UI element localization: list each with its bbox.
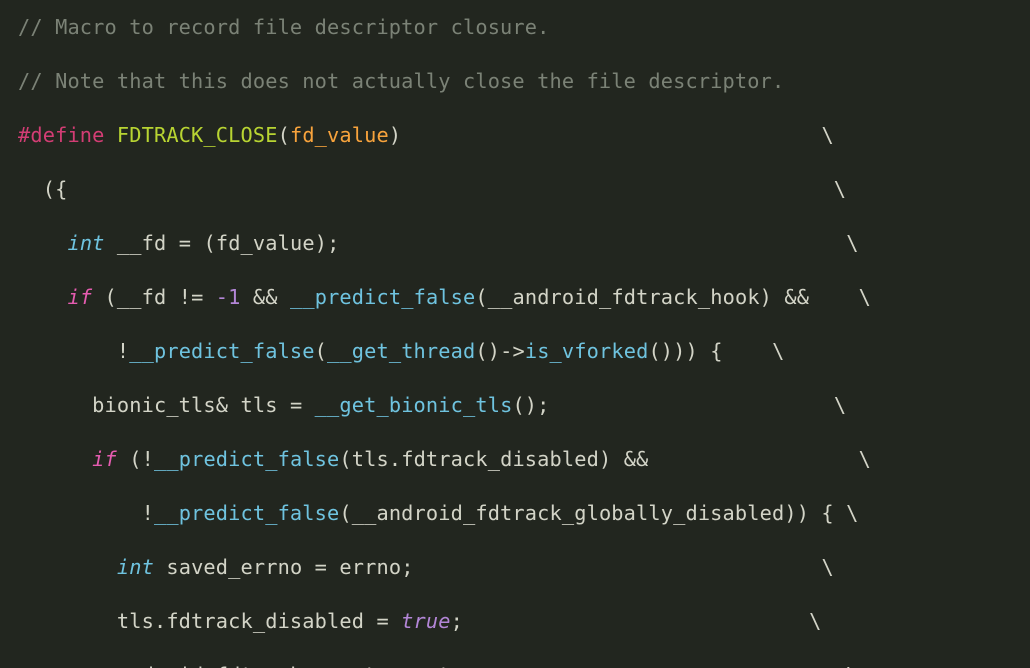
paren: ( xyxy=(278,123,290,147)
indent xyxy=(18,447,92,471)
paren: ( xyxy=(315,339,327,363)
preproc-define: #define xyxy=(18,123,117,147)
expr: && xyxy=(241,285,290,309)
code-line: android_fdtrack_event event; \ xyxy=(18,662,1012,668)
expr: saved_errno = errno; xyxy=(154,555,414,579)
param: fd_value xyxy=(290,123,389,147)
line-continuation: \ xyxy=(834,393,846,417)
variable: __fd xyxy=(105,231,179,255)
pad xyxy=(401,123,821,147)
code-line: // Note that this does not actually clos… xyxy=(18,68,1012,95)
expr: () xyxy=(475,339,500,363)
func: __predict_false xyxy=(290,285,475,309)
code-line: !__predict_false(__get_thread()->is_vfor… xyxy=(18,338,1012,365)
paren: ( xyxy=(203,231,215,255)
pad xyxy=(67,177,833,201)
code-line: bionic_tls& tls = __get_bionic_tls(); \ xyxy=(18,392,1012,419)
func: is_vforked xyxy=(525,339,649,363)
line-continuation: \ xyxy=(772,339,784,363)
code-line: int saved_errno = errno; \ xyxy=(18,554,1012,581)
paren: ) xyxy=(389,123,401,147)
func: __predict_false xyxy=(154,447,339,471)
op-amp: & xyxy=(216,393,228,417)
func: __get_thread xyxy=(327,339,475,363)
expr: (tls.fdtrack_disabled) && xyxy=(339,447,648,471)
number: -1 xyxy=(216,285,241,309)
expr: (! xyxy=(117,447,154,471)
comment: // Note that this does not actually clos… xyxy=(18,69,784,93)
stmt-open: ({ xyxy=(18,177,67,201)
line-continuation: \ xyxy=(809,609,821,633)
pad xyxy=(463,663,846,668)
type-int: int xyxy=(67,231,104,255)
indent xyxy=(18,555,117,579)
pad xyxy=(339,231,846,255)
expr: tls = xyxy=(228,393,315,417)
line-continuation: \ xyxy=(846,231,858,255)
pad xyxy=(414,555,822,579)
code-line: tls.fdtrack_disabled = true; \ xyxy=(18,608,1012,635)
expr: (__android_fdtrack_hook) && xyxy=(475,285,809,309)
line-continuation: \ xyxy=(859,447,871,471)
pad xyxy=(723,339,772,363)
line-continuation: \ xyxy=(834,177,846,201)
code-line: int __fd = (fd_value); \ xyxy=(18,230,1012,257)
pad xyxy=(463,609,809,633)
keyword-if: if xyxy=(92,447,117,471)
expr: bionic_tls xyxy=(18,393,216,417)
code-line: if (!__predict_false(tls.fdtrack_disable… xyxy=(18,446,1012,473)
op-arrow: -> xyxy=(500,339,525,363)
indent xyxy=(18,285,67,309)
expr: (__android_fdtrack_globally_disabled)) { xyxy=(339,501,833,525)
code-line: // Macro to record file descriptor closu… xyxy=(18,14,1012,41)
indent xyxy=(18,231,67,255)
pad xyxy=(809,285,858,309)
func: __predict_false xyxy=(154,501,339,525)
func: __get_bionic_tls xyxy=(315,393,513,417)
pad xyxy=(648,447,858,471)
expr: tls.fdtrack_disabled = xyxy=(18,609,401,633)
line-continuation: \ xyxy=(859,285,871,309)
code-line: ({ \ xyxy=(18,176,1012,203)
paren: ); xyxy=(315,231,340,255)
semi: ; xyxy=(451,609,463,633)
line-continuation: \ xyxy=(846,663,858,668)
macro-name: FDTRACK_CLOSE xyxy=(117,123,278,147)
func: __predict_false xyxy=(129,339,314,363)
code-line: !__predict_false(__android_fdtrack_globa… xyxy=(18,500,1012,527)
pad xyxy=(550,393,834,417)
keyword-if: if xyxy=(67,285,92,309)
code-line: #define FDTRACK_CLOSE(fd_value) \ xyxy=(18,122,1012,149)
line-continuation: \ xyxy=(821,555,833,579)
code-line: if (__fd != -1 && __predict_false(__andr… xyxy=(18,284,1012,311)
expr: ())) { xyxy=(648,339,722,363)
expr: (__fd != xyxy=(92,285,216,309)
expr: (); xyxy=(512,393,549,417)
bool-true: true xyxy=(401,609,450,633)
expr: android_fdtrack_event event; xyxy=(18,663,463,668)
variable: fd_value xyxy=(216,231,315,255)
type-int: int xyxy=(117,555,154,579)
expr: ! xyxy=(18,339,129,363)
pad xyxy=(834,501,846,525)
comment: // Macro to record file descriptor closu… xyxy=(18,15,550,39)
expr: ! xyxy=(18,501,154,525)
op: = xyxy=(179,231,204,255)
code-block: // Macro to record file descriptor closu… xyxy=(0,0,1030,668)
line-continuation: \ xyxy=(846,501,858,525)
line-continuation: \ xyxy=(821,123,833,147)
